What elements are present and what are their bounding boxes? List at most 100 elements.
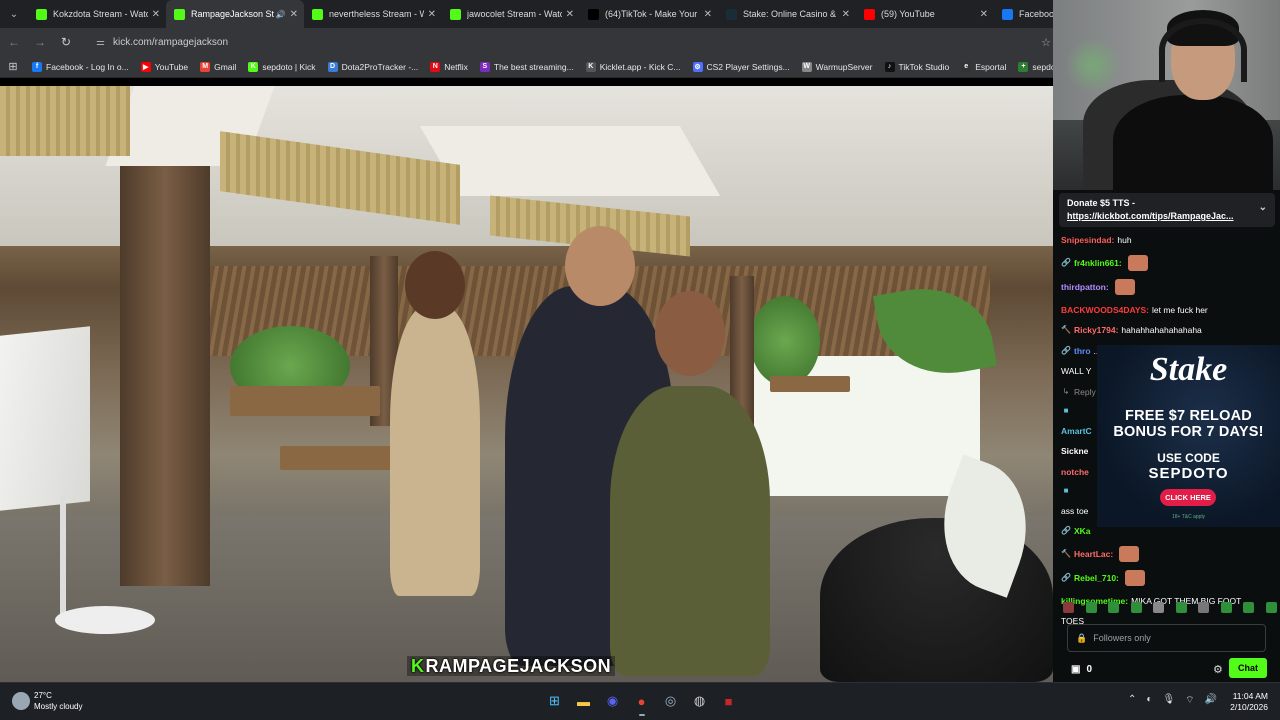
- chevron-down-icon[interactable]: ⌄: [1259, 201, 1267, 214]
- bookmark-item[interactable]: ⚙ CS2 Player Settings...: [692, 61, 790, 72]
- pinned-message[interactable]: Donate $5 TTS - https://kickbot.com/tips…: [1059, 193, 1275, 227]
- channel-points[interactable]: ▣ 0: [1071, 664, 1092, 675]
- file-explorer-icon[interactable]: ▬: [573, 690, 595, 712]
- chat-message[interactable]: 🔨 Ricky1794: hahahhahahahahaha: [1061, 324, 1273, 336]
- chat-message[interactable]: 🔗 Rebel_710:: [1061, 570, 1273, 586]
- bookmark-item[interactable]: W WarmupServer: [801, 61, 873, 72]
- app-red-icon[interactable]: ■: [718, 690, 740, 712]
- chat-username[interactable]: Snipesindad:: [1061, 234, 1114, 246]
- emote-icon[interactable]: [1153, 602, 1165, 613]
- chat-username[interactable]: fr4nklin661:: [1074, 257, 1122, 269]
- pinned-link[interactable]: https://kickbot.com/tips/RampageJac...: [1067, 210, 1267, 223]
- tab-kick[interactable]: jawocolet Stream - Watch ✕: [442, 0, 580, 28]
- tab-kick[interactable]: nevertheless Stream - Wa ✕: [304, 0, 442, 28]
- emote-icon[interactable]: [1243, 602, 1255, 613]
- bookmark-item[interactable]: e Esportal: [961, 61, 1006, 72]
- emote-icon[interactable]: [1063, 602, 1074, 613]
- obs-icon[interactable]: ◍: [689, 690, 711, 712]
- bookmark-item[interactable]: K Kicklet.app - Kick C...: [585, 61, 681, 72]
- bookmark-item[interactable]: N Netflix: [430, 61, 468, 72]
- back-arrow-icon[interactable]: ←: [2, 30, 26, 54]
- bookmark-favicon-icon: e: [961, 61, 972, 72]
- site-info-icon[interactable]: ⚌: [96, 37, 105, 48]
- chat-message[interactable]: Snipesindad: huh: [1061, 234, 1273, 246]
- close-icon[interactable]: ✕: [704, 9, 712, 20]
- bookmark-item[interactable]: ♪ TikTok Studio: [884, 61, 950, 72]
- taskbar-clock[interactable]: 11:04 AM 2/10/2026: [1228, 691, 1268, 713]
- tab-facebook[interactable]: Facebook: [994, 0, 1053, 28]
- chat-send-button[interactable]: Chat: [1229, 658, 1267, 678]
- chat-username[interactable]: HeartLac:: [1074, 548, 1113, 560]
- emote-icon[interactable]: [1220, 602, 1232, 613]
- bookmark-label: TikTok Studio: [898, 61, 950, 72]
- bookmark-item[interactable]: D Dota2ProTracker -...: [327, 61, 418, 72]
- weather-widget[interactable]: 27°C Mostly cloudy: [12, 690, 82, 712]
- stake-ad-overlay[interactable]: Stake FREE $7 RELOAD BONUS FOR 7 DAYS! U…: [1097, 345, 1280, 527]
- close-icon[interactable]: ✕: [428, 9, 436, 20]
- chat-username[interactable]: XKa: [1074, 525, 1091, 537]
- bookmark-item[interactable]: +sepdotes | Weig: [1018, 61, 1053, 72]
- ad-headline-1: FREE $7 RELOAD: [1125, 408, 1252, 424]
- chat-message[interactable]: BACKWOODS4DAYS: let me fuck her: [1061, 304, 1273, 316]
- speaker-icon[interactable]: 🔊: [1205, 694, 1217, 707]
- reload-icon[interactable]: ↻: [54, 30, 78, 54]
- emote-icon[interactable]: [1265, 602, 1277, 613]
- chat-username[interactable]: Rebel_710:: [1074, 572, 1119, 584]
- chat-username[interactable]: notche: [1061, 466, 1089, 478]
- emote-icon[interactable]: [1085, 602, 1097, 613]
- address-bar[interactable]: ⚌ kick.com/rampagejackson: [96, 31, 1042, 53]
- chevron-up-icon[interactable]: ⌃: [1128, 694, 1136, 707]
- speaker-icon[interactable]: 🔊: [276, 10, 286, 19]
- tray-app-icon[interactable]: ◐: [1146, 694, 1152, 707]
- steam-icon[interactable]: ◎: [660, 690, 682, 712]
- chat-username[interactable]: thro: [1074, 345, 1091, 357]
- bookmark-item[interactable]: f Facebook - Log In o...: [32, 61, 129, 72]
- clock-date: 2/10/2026: [1230, 702, 1268, 712]
- close-icon[interactable]: ✕: [980, 9, 988, 20]
- emote-icon[interactable]: [1108, 602, 1120, 613]
- emote-icon[interactable]: [1198, 602, 1210, 613]
- emote-icon[interactable]: [1175, 602, 1187, 613]
- close-icon[interactable]: ✕: [842, 9, 850, 20]
- tab-search-icon[interactable]: ⌄: [0, 0, 28, 28]
- gear-icon[interactable]: ⚙: [1213, 663, 1223, 676]
- video-person-left-head: [405, 251, 465, 319]
- headset-icon: [1159, 18, 1247, 82]
- chat-message[interactable]: 🔨 HeartLac:: [1061, 545, 1273, 562]
- chat-emote-icon: [1124, 570, 1145, 586]
- chat-input[interactable]: 🔒 Followers only: [1067, 624, 1266, 652]
- bookmark-item[interactable]: S The best streaming...: [479, 61, 574, 72]
- chat-username[interactable]: Sickne: [1061, 445, 1088, 457]
- close-icon[interactable]: ✕: [152, 9, 160, 20]
- bookmark-item[interactable]: ▶ YouTube: [140, 61, 188, 72]
- chat-username[interactable]: BACKWOODS4DAYS:: [1061, 304, 1149, 316]
- tab-youtube[interactable]: (59) YouTube ✕: [856, 0, 994, 28]
- windows-start-icon[interactable]: ⊞: [544, 690, 566, 712]
- tab-tiktok[interactable]: (64)TikTok - Make Your D ✕: [580, 0, 718, 28]
- tab-kick[interactable]: Kokzdota Stream - Watch ✕: [28, 0, 166, 28]
- forward-arrow-icon[interactable]: →: [28, 30, 52, 54]
- bookmark-item[interactable]: M Gmail: [200, 61, 236, 72]
- chrome-icon[interactable]: ●: [631, 690, 653, 716]
- chat-username[interactable]: Ricky1794:: [1074, 324, 1118, 336]
- tab-kick[interactable]: RampageJackson Stre 🔊 ✕: [166, 0, 304, 28]
- stake-icon: [726, 8, 737, 20]
- close-icon[interactable]: ✕: [566, 9, 574, 20]
- chat-username[interactable]: AmartC: [1061, 425, 1092, 437]
- stream-video-player[interactable]: K RAMPAGEJACKSON: [0, 86, 1053, 682]
- chat-username[interactable]: thirdpatton:: [1061, 281, 1109, 293]
- close-icon[interactable]: ✕: [290, 9, 298, 20]
- bookmark-star-icon[interactable]: ☆: [1041, 36, 1051, 49]
- chat-message[interactable]: thirdpatton:: [1061, 279, 1273, 295]
- apps-grid-icon[interactable]: ⊞: [0, 60, 26, 73]
- tab-stake[interactable]: Stake: Online Casino & Sp ✕: [718, 0, 856, 28]
- video-table: [770, 376, 850, 392]
- discord-icon[interactable]: ◉: [602, 690, 624, 712]
- microphone-icon[interactable]: 🎙: [1162, 694, 1175, 707]
- chat-message[interactable]: 🔗 fr4nklin661:: [1061, 254, 1273, 271]
- wifi-icon[interactable]: ⌔: [1185, 694, 1194, 707]
- bookmark-item[interactable]: Ksepdoto | Kick: [248, 61, 316, 72]
- emote-icon[interactable]: [1130, 602, 1142, 613]
- ad-click-here-button[interactable]: CLICK HERE: [1160, 489, 1216, 506]
- chat-emote-icon: [1114, 279, 1135, 295]
